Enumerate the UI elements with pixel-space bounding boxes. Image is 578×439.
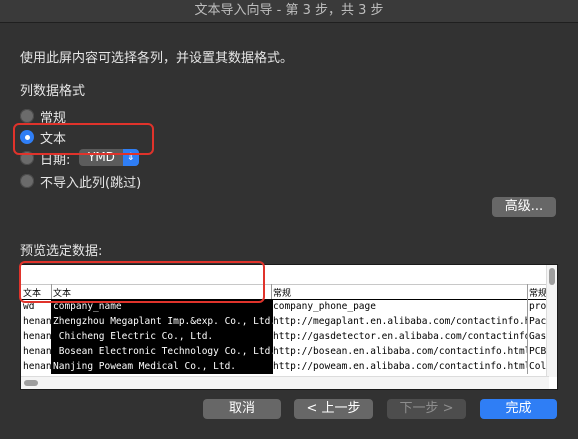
table-cell: Bosean Electronic Technology Co., Ltd. — [51, 344, 273, 359]
table-row: henan Zhengzhou Megaplant Imp.&exp. Co.,… — [21, 314, 549, 329]
table-cell: henan — [23, 331, 51, 342]
table-cell: http://bosean.en.alibaba.com/contactinfo… — [273, 346, 527, 357]
table-cell: Zhengzhou Megaplant Imp.&exp. Co., Ltd. — [51, 314, 273, 329]
instruction-text: 使用此屏内容可选择各列，并设置其数据格式。 — [20, 51, 294, 66]
table-cell: http://gasdetector.en.alibaba.com/contac… — [273, 331, 527, 342]
preview-empty-row — [21, 265, 549, 283]
preview-header-col1[interactable]: 文本 — [23, 286, 41, 299]
radio-skip[interactable]: 不导入此列(跳过) — [20, 172, 142, 191]
preview-table[interactable]: 文本 文本 常规 常规 wd company_name company_phon… — [20, 264, 558, 390]
preview-header-col4[interactable]: 常规 — [529, 286, 547, 299]
back-button[interactable]: < 上一步 — [294, 399, 373, 419]
table-row: henan Bosean Electronic Technology Co., … — [21, 344, 549, 359]
table-cell: Chicheng Electric Co., Ltd. — [51, 329, 273, 344]
table-row: wd company_name company_phone_page prod — [21, 299, 549, 314]
table-cell: http://megaplant.en.alibaba.com/contacti… — [273, 316, 527, 327]
finish-button[interactable]: 完成 — [480, 399, 557, 419]
horizontal-scroll-thumb[interactable] — [24, 380, 38, 386]
preview-header-col3[interactable]: 常规 — [273, 286, 291, 299]
cancel-button[interactable]: 取消 — [203, 399, 281, 419]
preview-header-row: 文本 文本 常规 常规 — [21, 284, 549, 300]
radio-date-label: 日期: — [40, 152, 71, 168]
next-button[interactable]: 下一步 > — [387, 399, 466, 419]
table-cell: company_phone_page — [273, 301, 376, 312]
vertical-scroll-thumb[interactable] — [549, 268, 555, 285]
radio-general-button[interactable] — [20, 109, 34, 123]
table-cell: Nanjing Poweam Medical Co., Ltd. — [51, 359, 273, 374]
preview-label: 预览选定数据: — [20, 244, 103, 259]
radio-date[interactable]: 日期: — [20, 149, 71, 168]
table-row: henan Nanjing Poweam Medical Co., Ltd. h… — [21, 359, 549, 374]
radio-general-label: 常规 — [40, 110, 67, 126]
chevron-updown-icon: ⇕ — [123, 149, 139, 166]
radio-skip-button[interactable] — [20, 174, 34, 188]
table-row: henan Chicheng Electric Co., Ltd. http:/… — [21, 329, 549, 344]
table-cell: henan — [23, 316, 51, 327]
horizontal-scrollbar[interactable] — [21, 376, 549, 389]
radio-date-button[interactable] — [20, 151, 34, 165]
column-format-title: 列数据格式 — [20, 84, 86, 99]
window-title: 文本导入向导 - 第 3 步，共 3 步 — [0, 0, 578, 23]
table-cell: henan — [23, 361, 51, 372]
vertical-scrollbar[interactable] — [546, 265, 557, 377]
radio-skip-label: 不导入此列(跳过) — [40, 175, 142, 191]
advanced-button[interactable]: 高级... — [492, 197, 556, 217]
radio-text-label: 文本 — [40, 131, 67, 147]
date-format-select[interactable]: YMD ⇕ — [79, 149, 139, 166]
table-cell: company_name — [51, 299, 273, 314]
date-format-value: YMD — [88, 150, 115, 164]
radio-general[interactable]: 常规 — [20, 107, 67, 126]
preview-header-col2[interactable]: 文本 — [53, 286, 71, 299]
table-cell: http://poweam.en.alibaba.com/contactinfo… — [273, 361, 527, 372]
table-cell: henan — [23, 346, 51, 357]
radio-text-button[interactable] — [20, 130, 34, 144]
table-cell: wd — [23, 301, 35, 312]
radio-text[interactable]: 文本 — [20, 128, 67, 147]
